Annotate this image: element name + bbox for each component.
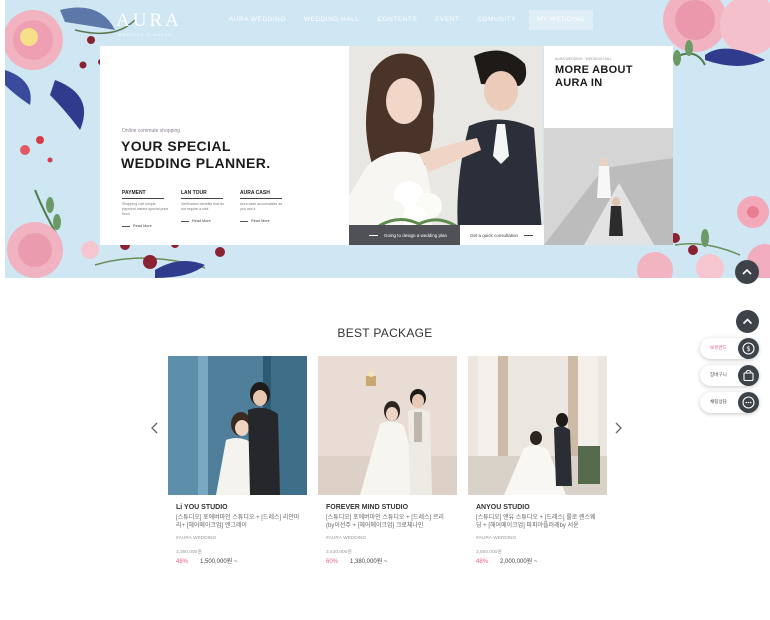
feature-list: PAYMENT Shopping cart simple payment ins… (122, 190, 299, 228)
nav-community[interactable]: COMUNITY (468, 10, 525, 30)
headline-line-1: YOUR SPECIAL (121, 138, 231, 154)
sale-price: 1,380,000원 ~ (350, 559, 388, 565)
feature-title: PAYMENT (122, 190, 164, 199)
side-cart-label: 장바구니 (710, 372, 727, 377)
best-package-title: BEST PACKAGE (337, 326, 433, 340)
nav-wedding-hall[interactable]: WEDDING HALL (295, 10, 368, 30)
carousel-next-button[interactable] (612, 421, 624, 435)
product-tag: #AURA WEDDING (326, 536, 367, 541)
chevron-up-icon (742, 268, 752, 275)
discount-rate: 48% (176, 559, 189, 565)
carousel-prev-button[interactable] (149, 421, 161, 435)
headline-line-2: WEDDING PLANNER. (121, 155, 271, 171)
hero-couple-photo (349, 46, 543, 245)
product-name[interactable]: Li YOU STUDIO (168, 504, 307, 511)
original-price: 3,430,000원 (326, 550, 352, 555)
original-price: 3,360,000원 (176, 550, 202, 555)
more-about-card[interactable]: AURA WEDDING · WEDDING HALL MORE ABOUT A… (544, 46, 673, 245)
design-plan-button[interactable]: Going to design a wedding plan (349, 225, 460, 245)
discount-rate: 48% (476, 559, 489, 565)
bag-icon (738, 365, 759, 386)
more-eyebrow: AURA WEDDING · WEDDING HALL (555, 57, 613, 61)
side-cart-button[interactable]: 장바구니 (700, 365, 759, 386)
side-chat-label: 채팅상담 (710, 399, 727, 404)
price-row: 48% 2,000,000원 ~ (468, 556, 607, 565)
side-chat-button[interactable]: 채팅상담 (700, 392, 759, 413)
sale-price: 1,500,000원 ~ (200, 559, 238, 565)
feature-title: AURA CASH (240, 190, 282, 199)
logo-tagline: WEDDING PLANNER (118, 32, 173, 37)
logo[interactable]: AURA (116, 10, 182, 32)
more-title: MORE ABOUT AURA IN (555, 64, 633, 90)
side-scroll-top-button[interactable] (736, 310, 759, 333)
line-icon (369, 234, 378, 236)
nav-contents[interactable]: CONTENTS (368, 10, 426, 30)
product-description: [스튜디오] 앤유 스튜디오 + [드레스] 룰로 렌스웨딩 + [헤어메이크업… (476, 515, 596, 529)
nav-aura-wedding[interactable]: AURA WEDDING (220, 10, 295, 30)
dollar-icon: $ (738, 338, 759, 359)
feature-payment: PAYMENT Shopping cart simple payment ins… (122, 190, 181, 228)
price-row: 60% 1,380,000원 ~ (318, 556, 457, 565)
original-price: 3,850,000원 (476, 550, 502, 555)
scroll-top-button[interactable] (735, 260, 759, 284)
consultation-button[interactable]: Get a quick consultation (460, 225, 544, 245)
price-row: 48% 1,500,000원 ~ (168, 556, 307, 565)
nav-event[interactable]: EVENT (426, 10, 468, 30)
hero-intro-card: Online commute shopping YOUR SPECIAL WED… (100, 46, 350, 245)
product-thumbnail[interactable] (168, 356, 307, 495)
product-tag: #AURA WEDDING (176, 536, 217, 541)
product-card[interactable]: ANYOU STUDIO [스튜디오] 앤유 스튜디오 + [드레스] 룰로 렌… (468, 356, 607, 565)
line-icon (524, 234, 534, 236)
feature-desc: Aura cash accumulates as you use it (240, 202, 283, 211)
sale-price: 2,000,000원 ~ (500, 559, 538, 565)
feature-desc: Shopping cart simple payment instant spe… (122, 202, 169, 216)
chevron-left-icon (151, 422, 158, 434)
read-more-link[interactable]: Read More (240, 219, 299, 223)
page: AURA WEDDING PLANNER AURA WEDDING WEDDIN… (0, 0, 770, 620)
product-thumbnail[interactable] (318, 356, 457, 495)
hero-eyebrow: Online commute shopping (122, 128, 181, 134)
top-nav: AURA WEDDING WEDDING HALL CONTENTS EVENT… (220, 10, 593, 30)
chat-icon (738, 392, 759, 413)
hero-action-bar: Going to design a wedding plan Get a qui… (349, 225, 544, 245)
feature-lan-tour: LAN TOUR Verification benefits that do n… (181, 190, 240, 228)
nav-my-wedding[interactable]: MY WEDDING (529, 10, 593, 30)
chevron-right-icon (615, 422, 622, 434)
design-plan-label: Going to design a wedding plan (384, 232, 448, 238)
hero-headline: YOUR SPECIAL WEDDING PLANNER. (121, 138, 271, 172)
product-name[interactable]: ANYOU STUDIO (468, 504, 607, 511)
discount-rate: 60% (326, 559, 339, 565)
read-more-link[interactable]: Read More (122, 224, 181, 228)
consultation-label: Get a quick consultation (470, 232, 519, 238)
more-title-line-1: MORE ABOUT (555, 64, 633, 76)
more-about-photo (544, 128, 673, 245)
side-cash-label: 보유안드 (710, 345, 727, 350)
product-tag: #AURA WEDDING (476, 536, 517, 541)
product-description: [스튜디오] 포에버마인 스튜디오 + [드레스] 르리(by이선주 + [헤어… (326, 515, 444, 529)
side-cash-button[interactable]: 보유안드 $ (700, 338, 759, 359)
product-card[interactable]: FOREVER MIND STUDIO [스튜디오] 포에버마인 스튜디오 + … (318, 356, 457, 565)
product-thumbnail[interactable] (468, 356, 607, 495)
product-card[interactable]: Li YOU STUDIO [스튜디오] 포에버마인 스튜디오 + [드레스] … (168, 356, 307, 565)
svg-text:$: $ (746, 345, 750, 353)
feature-desc: Verification benefits that do not requir… (181, 202, 225, 211)
feature-title: LAN TOUR (181, 190, 223, 199)
read-more-link[interactable]: Read More (181, 219, 240, 223)
feature-aura-cash: AURA CASH Aura cash accumulates as you u… (240, 190, 299, 228)
product-description: [스튜디오] 포에버마인 스튜디오 + [드레스] 리안마리+ [헤어메이크업]… (176, 515, 300, 529)
chevron-up-icon (742, 318, 753, 325)
product-name[interactable]: FOREVER MIND STUDIO (318, 504, 457, 511)
more-title-line-2: AURA IN (555, 77, 603, 89)
